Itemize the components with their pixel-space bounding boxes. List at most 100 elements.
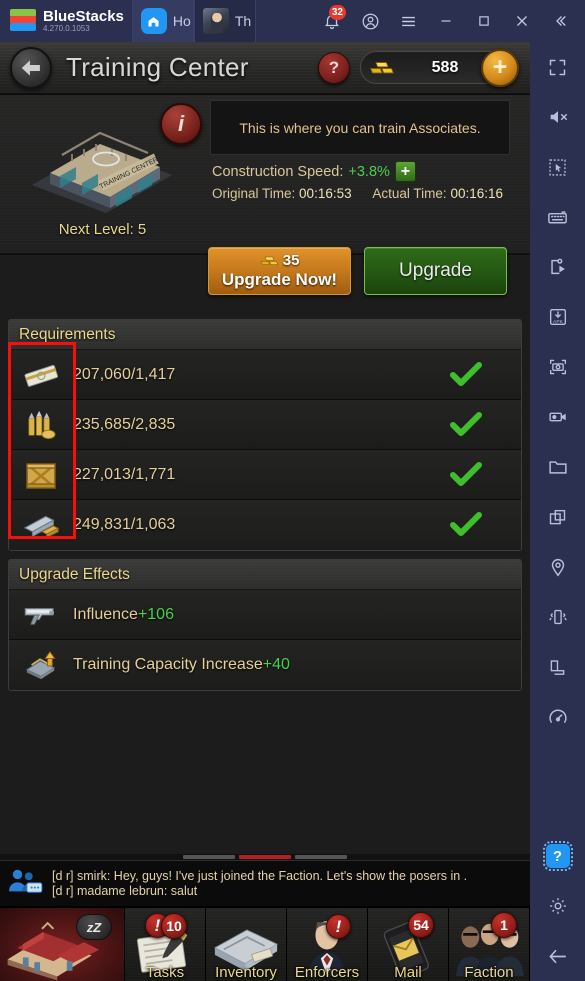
effect-value: +106	[137, 605, 174, 623]
info-icon[interactable]: i	[160, 103, 202, 145]
nav-item-enforcers[interactable]: ! Enforcers	[287, 908, 368, 981]
upgrade-now-button[interactable]: 35 Upgrade Now!	[208, 247, 351, 295]
media-folder-icon[interactable]	[530, 442, 585, 492]
upgrade-button[interactable]: Upgrade	[364, 247, 507, 295]
requirements-header: Requirements	[9, 320, 521, 350]
settings-gear-icon[interactable]	[530, 881, 585, 931]
back-arrow-icon[interactable]	[10, 46, 52, 89]
pistol-icon	[9, 602, 73, 628]
collapse-icon[interactable]	[541, 0, 579, 42]
building-info-row: TRAINING CENTER Next Level: 5 i This is …	[0, 95, 530, 255]
nav-label-tasks: Tasks	[145, 964, 185, 981]
nav-label-inventory: Inventory	[215, 964, 277, 981]
nav-item-faction[interactable]: 1 Faction	[449, 908, 530, 981]
building-description: This is where you can train Associates.	[210, 100, 510, 155]
tab-home[interactable]: Ho	[131, 0, 194, 42]
construction-speed-label: Construction Speed:	[212, 163, 344, 180]
back-icon[interactable]	[530, 931, 585, 981]
check-icon	[411, 461, 521, 488]
upgrade-now-cost-row: 35	[260, 252, 300, 269]
chat-messages: [d r] smirk: Hey, guys! I've just joined…	[52, 869, 467, 898]
rotate-icon[interactable]	[530, 642, 585, 692]
effect-label: Influence	[73, 605, 138, 623]
tab-home-label: Ho	[172, 13, 191, 29]
chat-bar[interactable]: [d r] smirk: Hey, guys! I've just joined…	[0, 860, 530, 906]
upgrade-effects-section: Upgrade Effects Influence+106 Training C…	[8, 559, 522, 691]
speed-boost-button[interactable]: +	[394, 161, 416, 182]
bluestacks-logo-icon	[10, 9, 36, 33]
screenshot-icon[interactable]	[530, 342, 585, 392]
sleep-badge: zZ	[76, 914, 112, 940]
tab-game[interactable]: Th	[193, 0, 256, 42]
game-viewport: Training Center ? 588 + TRAINING CENTER …	[0, 42, 530, 981]
actual-time-value: 00:16:16	[450, 186, 503, 201]
gold-bars-icon	[369, 57, 395, 79]
bluestacks-version: 4.270.0.1053	[43, 23, 90, 33]
hamburger-menu-icon[interactable]	[389, 0, 427, 42]
cash-icon	[9, 361, 73, 389]
nav-item-inventory[interactable]: Inventory	[206, 908, 287, 981]
record-video-icon[interactable]	[530, 392, 585, 442]
help-label: ?	[542, 841, 573, 871]
actual-time-label: Actual Time:	[372, 186, 447, 201]
home-icon	[140, 8, 167, 34]
shake-icon[interactable]	[530, 592, 585, 642]
list-item: Training Capacity Increase+40	[9, 640, 521, 690]
alert-badge: !	[326, 914, 351, 939]
time-row: Original Time: 00:16:53 Actual Time: 00:…	[212, 186, 503, 201]
bell-icon[interactable]: 32	[313, 0, 351, 42]
bluestacks-titlebar: BlueStacks 4.270.0.1053 Ho Th 32	[0, 0, 585, 42]
effect-label: Training Capacity Increase	[73, 656, 263, 673]
chat-tab[interactable]	[183, 855, 235, 859]
chat-message: [d r] madame lebrun: salut	[52, 884, 198, 898]
close-icon[interactable]	[503, 0, 541, 42]
metal-icon	[9, 511, 73, 539]
minimize-icon[interactable]	[427, 0, 465, 42]
fullscreen-icon[interactable]	[530, 42, 585, 92]
window-controls: 32	[313, 0, 585, 42]
nav-label-faction: Faction	[464, 964, 514, 981]
help-icon[interactable]: ?	[530, 831, 585, 881]
count-badge: 10	[161, 913, 187, 939]
bottom-navigation: zZ ! 10 Tasks Inventory ! Enforcers 54 M…	[0, 906, 530, 981]
add-gold-button[interactable]: +	[481, 49, 519, 87]
bluestacks-name: BlueStacks	[43, 7, 124, 25]
account-icon[interactable]	[351, 0, 389, 42]
mute-icon[interactable]	[530, 92, 585, 142]
nav-item-mail[interactable]: 54 Mail	[368, 908, 449, 981]
original-time-label: Original Time:	[212, 186, 296, 201]
help-button[interactable]: ?	[318, 51, 350, 84]
requirement-amount: 235,685/2,835	[73, 415, 176, 433]
maximize-icon[interactable]	[465, 0, 503, 42]
multi-instance-icon[interactable]	[530, 492, 585, 542]
construction-speed-value: +3.8%	[348, 163, 390, 180]
requirement-amount: 249,831/1,063	[73, 516, 176, 533]
location-icon[interactable]	[530, 542, 585, 592]
cursor-select-icon[interactable]	[530, 142, 585, 192]
list-item: Influence+106	[9, 590, 521, 640]
svg-text:APK: APK	[553, 319, 564, 325]
requirement-amount: 207,060/1,417	[73, 365, 176, 383]
chat-tab-active[interactable]	[239, 855, 291, 859]
keyboard-controls-icon[interactable]	[530, 192, 585, 242]
install-apk-icon[interactable]: APK	[530, 292, 585, 342]
ammo-icon	[9, 409, 73, 441]
count-badge: 54	[408, 912, 434, 938]
table-row: 227,013/1,771	[9, 450, 521, 500]
nav-label-mail-text: Mail	[394, 964, 422, 981]
nav-item-home[interactable]: zZ	[0, 908, 125, 981]
macro-script-icon[interactable]	[530, 242, 585, 292]
bluestacks-branding: BlueStacks 4.270.0.1053	[0, 9, 124, 34]
chat-tab[interactable]	[295, 855, 347, 859]
notification-badge: 32	[328, 5, 346, 20]
nav-item-tasks[interactable]: ! 10 Tasks	[125, 908, 206, 981]
upgrade-now-cost: 35	[282, 252, 300, 269]
chat-message: [d r] smirk: Hey, guys! I've just joined…	[52, 869, 468, 883]
table-row: 207,060/1,417	[9, 350, 521, 400]
performance-icon[interactable]	[530, 692, 585, 742]
effect-text: Influence+106	[73, 606, 411, 624]
next-level-label: Next Level: 5	[58, 221, 147, 238]
upgrade-effects-header: Upgrade Effects	[9, 560, 521, 590]
gold-counter[interactable]: 588 +	[360, 49, 519, 87]
game-thumbnail-icon	[202, 8, 229, 34]
